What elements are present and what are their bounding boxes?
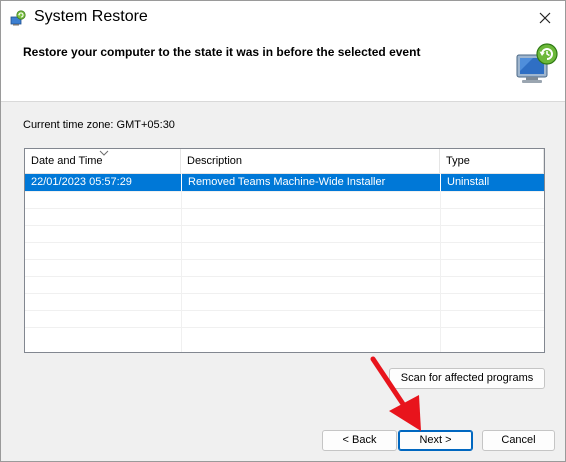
table-row[interactable]: 22/01/2023 05:57:29 Removed Teams Machin… (25, 174, 544, 191)
row-divider (25, 191, 544, 192)
column-header-description[interactable]: Description (181, 149, 440, 173)
column-header-label: Description (187, 155, 243, 167)
row-divider (25, 310, 544, 311)
scan-affected-programs-button[interactable]: Scan for affected programs (389, 368, 545, 389)
row-divider (25, 208, 544, 209)
system-restore-window: System Restore Restore your computer to … (0, 0, 566, 462)
cell-date-time: 22/01/2023 05:57:29 (31, 176, 132, 188)
window-title: System Restore (34, 8, 148, 25)
row-divider (25, 242, 544, 243)
row-divider (25, 293, 544, 294)
row-divider (25, 225, 544, 226)
column-divider (440, 173, 441, 352)
restore-points-table[interactable]: Date and Time Description Type 22/01/202… (24, 148, 545, 353)
cancel-button[interactable]: Cancel (482, 430, 555, 451)
sort-descending-icon (99, 150, 109, 156)
title-bar: System Restore (1, 1, 565, 37)
header-panel: Restore your computer to the state it wa… (1, 37, 565, 102)
column-header-label: Date and Time (31, 155, 103, 167)
next-button[interactable]: Next > (398, 430, 473, 451)
row-divider (25, 259, 544, 260)
row-divider (25, 327, 544, 328)
system-restore-icon (10, 10, 26, 26)
cell-description: Removed Teams Machine-Wide Installer (181, 174, 440, 191)
column-header-label: Type (446, 155, 470, 167)
close-icon (539, 12, 551, 24)
annotation-arrow (370, 356, 421, 431)
restore-computer-icon (516, 43, 558, 83)
instruction-text: Restore your computer to the state it wa… (23, 45, 421, 59)
cell-type: Uninstall (440, 174, 544, 191)
row-divider (25, 276, 544, 277)
column-header-type[interactable]: Type (440, 149, 544, 173)
column-divider (181, 173, 182, 352)
back-button[interactable]: < Back (322, 430, 397, 451)
timezone-label: Current time zone: GMT+05:30 (23, 119, 175, 131)
close-button[interactable] (525, 1, 565, 35)
